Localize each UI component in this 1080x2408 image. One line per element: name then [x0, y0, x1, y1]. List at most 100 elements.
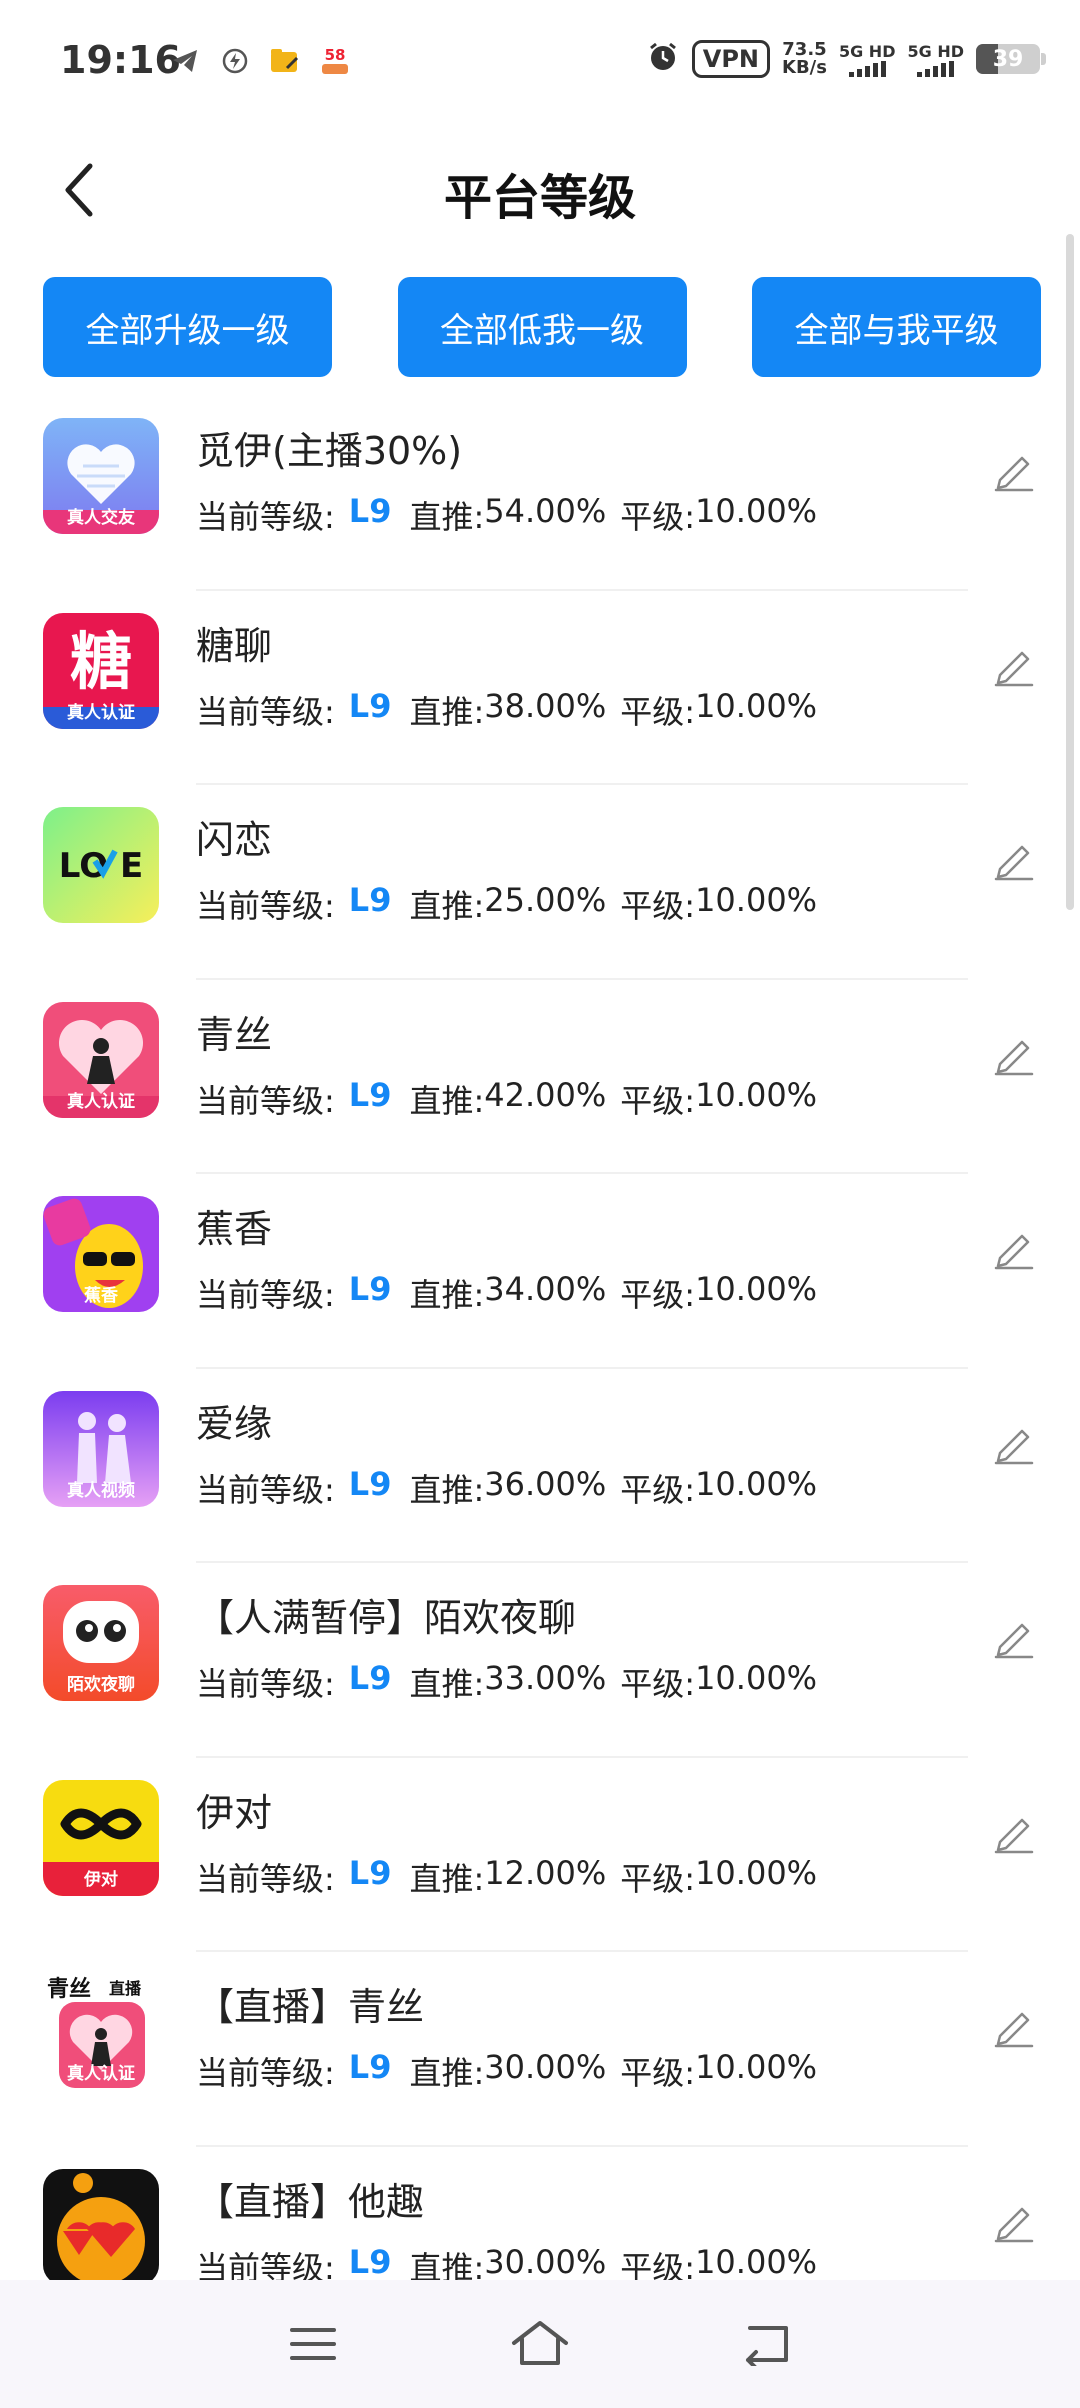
- back-nav-button[interactable]: [727, 2304, 807, 2384]
- scrollbar[interactable]: [1066, 234, 1074, 910]
- peer-value: 10.00%: [695, 1270, 818, 1308]
- lower-all-button[interactable]: 全部低我一级: [397, 277, 687, 377]
- equal-all-button[interactable]: 全部与我平级: [752, 277, 1041, 377]
- platform-item[interactable]: 【直播】他趣 当前等级: L9 直推: 30.00% 平级: 10.00%: [0, 2161, 1080, 2281]
- platform-logo-badge: 真人认证: [67, 2064, 135, 2084]
- girl-heart-icon: 真人认证: [43, 1001, 159, 1118]
- platform-name: 伊对: [196, 1790, 273, 1835]
- page-title: 平台等级: [443, 170, 636, 226]
- live-girl-icon: 青丝 直播 真人认证: [43, 1974, 159, 2090]
- divider: [196, 977, 968, 980]
- platform-item[interactable]: LO E 闪恋 当前等级: L9 直推: 25.00% 平级: 10.00%: [0, 799, 1080, 994]
- edit-button[interactable]: [984, 1996, 1044, 2056]
- platform-level-info: 当前等级: L9 直推: 30.00% 平级: 10.00%: [196, 2243, 817, 2281]
- direct-value: 25.00%: [484, 881, 607, 919]
- platform-logo-icon: 陌欢夜聊: [43, 1585, 159, 1701]
- platform-item[interactable]: 真人交友 觅伊(主播30%) 当前等级: L9 直推: 54.00% 平级: 1…: [0, 410, 1080, 605]
- peer-label: 平级:: [620, 1665, 696, 1703]
- bulk-actions: 全部升级一级 全部低我一级 全部与我平级: [43, 277, 1041, 377]
- current-level-label: 当前等级:: [196, 1665, 335, 1703]
- net-speed: 73.5 KB/s: [782, 41, 827, 77]
- platform-item[interactable]: 陌欢夜聊 【人满暂停】陌欢夜聊 当前等级: L9 直推: 33.00% 平级: …: [0, 1577, 1080, 1772]
- current-level-label: 当前等级:: [196, 692, 335, 731]
- current-level-label: 当前等级:: [196, 1470, 335, 1509]
- divider: [196, 1561, 968, 1563]
- edit-button[interactable]: [984, 2191, 1044, 2251]
- edit-button[interactable]: [984, 1607, 1044, 1667]
- pencil-icon: [994, 1234, 1034, 1270]
- status-bar: 19:16 58 VPN 73.5 KB/s 5G HD 5G HD 39: [0, 0, 1080, 130]
- pencil-icon: [994, 651, 1034, 686]
- status-time: 19:16: [60, 38, 181, 82]
- direct-value: 12.00%: [484, 1853, 607, 1892]
- platform-item[interactable]: 青丝 直播 真人认证 【直播】青丝 当前等级: L9 直推: 30.00% 平级:…: [0, 1966, 1080, 2161]
- platform-logo-badge: 陌欢夜聊: [67, 1675, 135, 1695]
- peer-value: 10.00%: [695, 1075, 818, 1114]
- level-value: L9: [348, 2242, 392, 2281]
- peer-label: 平级:: [620, 1859, 696, 1898]
- direct-label: 直推:: [409, 2054, 485, 2092]
- svg-text:糖: 糖: [70, 625, 132, 698]
- pencil-icon: [994, 2207, 1034, 2242]
- platform-logo-icon: 蕉香: [43, 1196, 159, 1312]
- direct-label: 直推:: [409, 887, 485, 925]
- platform-logo-icon: LO E: [43, 807, 159, 923]
- platform-level-info: 当前等级: L9 直推: 34.00% 平级: 10.00%: [196, 1270, 817, 1316]
- level-value: L9: [348, 1853, 392, 1892]
- edit-button[interactable]: [984, 1024, 1044, 1084]
- love-icon: LO E: [43, 807, 159, 923]
- infinity-icon: 伊对: [43, 1779, 159, 1896]
- platform-item[interactable]: 真人视频 爱缘 当前等级: L9 直推: 36.00% 平级: 10.00%: [0, 1383, 1080, 1578]
- edit-button[interactable]: [984, 829, 1044, 889]
- current-level-label: 当前等级:: [196, 2054, 335, 2092]
- edit-button[interactable]: [984, 1218, 1044, 1278]
- level-value: L9: [348, 1464, 392, 1503]
- signal-bars-icon: [848, 60, 886, 77]
- menu-button[interactable]: [273, 2304, 353, 2384]
- edit-button[interactable]: [984, 635, 1044, 695]
- platform-level-info: 当前等级: L9 直推: 30.00% 平级: 10.00%: [196, 2048, 817, 2094]
- edit-button[interactable]: [984, 1802, 1044, 1862]
- smiley-icon: [43, 2168, 159, 2280]
- status-notification-icons: 58: [168, 44, 352, 78]
- platform-level-info: 当前等级: L9 直推: 25.00% 平级: 10.00%: [196, 881, 817, 927]
- home-button[interactable]: [500, 2304, 580, 2384]
- platform-level-info: 当前等级: L9 直推: 12.00% 平级: 10.00%: [196, 1854, 817, 1900]
- platform-logo-icon: 伊对: [43, 1779, 159, 1896]
- signal-sim2-label: 5G HD: [907, 41, 964, 61]
- menu-icon: [290, 2328, 337, 2360]
- direct-label: 直推:: [409, 1859, 485, 1898]
- divider: [196, 588, 968, 591]
- current-level-label: 当前等级:: [196, 887, 335, 925]
- pencil-icon: [994, 2012, 1034, 2048]
- platform-name: 青丝: [196, 1012, 273, 1057]
- platform-name: 爱缘: [196, 1401, 273, 1446]
- current-level-label: 当前等级:: [196, 1859, 335, 1898]
- platform-item[interactable]: 糖 真人认证 糖聊 当前等级: L9 直推: 38.00% 平级: 10.00%: [0, 605, 1080, 800]
- telegram-icon: [168, 44, 202, 78]
- edit-button[interactable]: [984, 440, 1044, 500]
- peer-label: 平级:: [620, 1276, 696, 1314]
- platform-item[interactable]: 蕉香 蕉香 当前等级: L9 直推: 34.00% 平级: 10.00%: [0, 1188, 1080, 1383]
- app58-badge: 58: [324, 46, 346, 64]
- platform-name: 糖聊: [196, 623, 273, 668]
- pencil-icon: [994, 456, 1034, 492]
- pencil-icon: [994, 1429, 1034, 1464]
- peer-label: 平级:: [620, 498, 696, 536]
- peer-value: 10.00%: [695, 2242, 818, 2281]
- platform-item[interactable]: 伊对 伊对 当前等级: L9 直推: 12.00% 平级: 10.00%: [0, 1772, 1080, 1967]
- platform-level-info: 当前等级: L9 直推: 54.00% 平级: 10.00%: [196, 492, 817, 538]
- platform-item[interactable]: 真人认证 青丝 当前等级: L9 直推: 42.00% 平级: 10.00%: [0, 994, 1080, 1189]
- direct-value: 30.00%: [484, 2048, 607, 2086]
- peer-label: 平级:: [620, 887, 696, 925]
- peer-value: 10.00%: [695, 1464, 818, 1503]
- platform-level-info: 当前等级: L9 直推: 42.00% 平级: 10.00%: [196, 1076, 817, 1122]
- direct-label: 直推:: [409, 498, 485, 536]
- edit-button[interactable]: [984, 1413, 1044, 1473]
- peer-label: 平级:: [620, 2054, 696, 2092]
- upgrade-all-button[interactable]: 全部升级一级: [43, 277, 332, 377]
- svg-text:青丝: 青丝: [47, 1976, 91, 2002]
- battery-level: 39: [992, 46, 1024, 72]
- current-level-label: 当前等级:: [196, 1276, 335, 1314]
- tang-icon: 糖 真人认证: [43, 612, 159, 729]
